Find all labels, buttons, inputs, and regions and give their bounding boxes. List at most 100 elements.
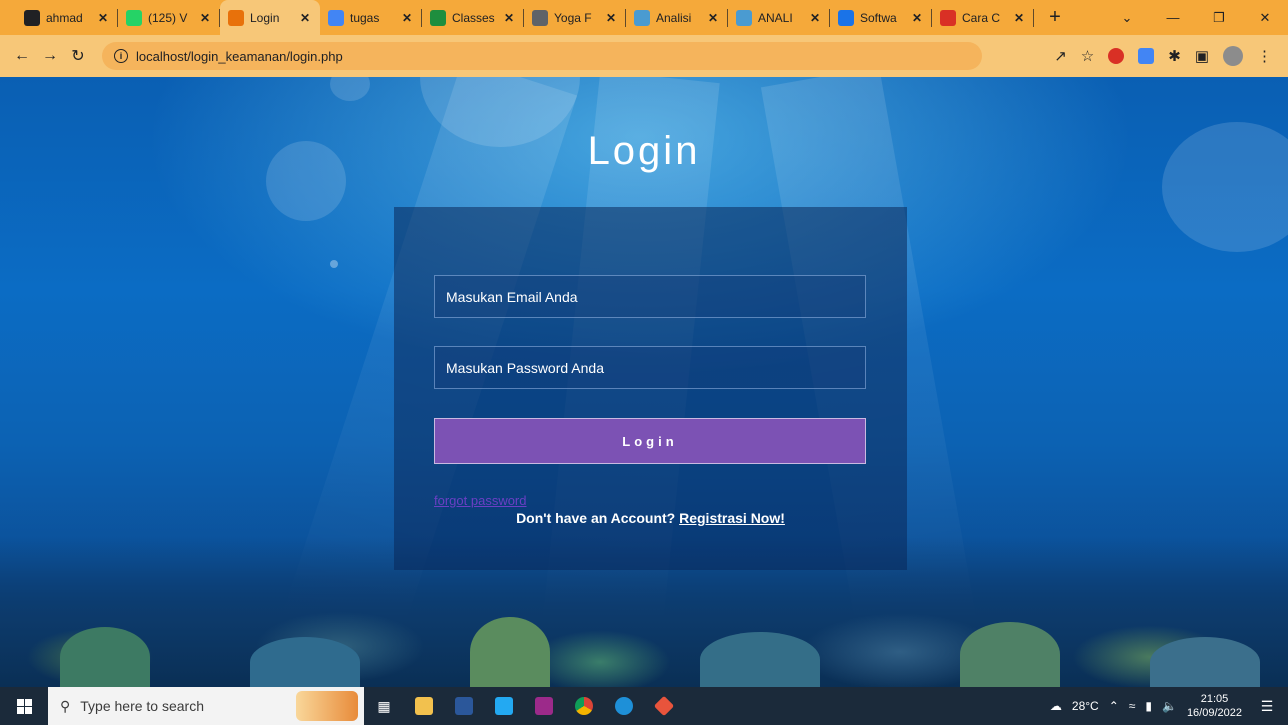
menu-kebab-icon[interactable]: ⋮ xyxy=(1257,47,1272,65)
weather-temp[interactable]: 28°C xyxy=(1072,699,1099,713)
tab-title: Analisi xyxy=(656,10,692,25)
weather-icon[interactable]: ☁ xyxy=(1050,699,1062,713)
coral xyxy=(470,617,550,687)
tab-separator xyxy=(1033,9,1034,27)
browser-tab[interactable]: Cara C ✕ xyxy=(932,0,1034,35)
tab-close-icon[interactable]: ✕ xyxy=(808,11,822,25)
globe-icon xyxy=(532,9,548,26)
browser-tab[interactable]: Analisi ✕ xyxy=(626,0,728,35)
tab-title: Yoga F xyxy=(554,10,592,25)
browser-tab[interactable]: ahmad ✕ xyxy=(16,0,118,35)
coral xyxy=(250,637,360,687)
restore-icon[interactable]: ❐ xyxy=(1196,10,1242,26)
browser-tab[interactable]: Softwa ✕ xyxy=(830,0,932,35)
window-controls: ⌄ — ❐ ✕ xyxy=(1104,0,1288,35)
register-link[interactable]: Registrasi Now! xyxy=(679,510,785,526)
reload-icon[interactable]: ↻ xyxy=(66,46,90,66)
tab-search-icon[interactable]: ⌄ xyxy=(1104,10,1150,26)
extensions-puzzle-icon[interactable]: ✱ xyxy=(1168,47,1181,65)
volume-icon[interactable]: 🔈 xyxy=(1162,699,1177,713)
tray-chevron-icon[interactable]: ⌃ xyxy=(1109,699,1119,713)
side-panel-icon[interactable]: ▣ xyxy=(1195,47,1209,65)
browser-tab[interactable]: ANALI ✕ xyxy=(728,0,830,35)
tab-close-icon[interactable]: ✕ xyxy=(96,11,110,25)
tab-title: (125) V xyxy=(148,10,188,25)
coral xyxy=(700,632,820,687)
search-icon: ⚲ xyxy=(60,697,71,714)
tab-close-icon[interactable]: ✕ xyxy=(198,11,212,25)
software-icon xyxy=(838,9,854,26)
login-button[interactable]: Login xyxy=(434,418,866,464)
tab-title: Softwa xyxy=(860,10,897,25)
tab-close-icon[interactable]: ✕ xyxy=(502,11,516,25)
tab-close-icon[interactable]: ✕ xyxy=(298,11,312,25)
forward-icon[interactable]: → xyxy=(38,47,62,65)
tab-title: ahmad xyxy=(46,10,83,25)
back-icon[interactable]: ← xyxy=(10,47,34,65)
search-highlight-image xyxy=(296,691,358,721)
toolbar-actions: ↗ ☆ ✱ ▣ ⋮ xyxy=(1054,46,1278,66)
google-icon xyxy=(328,9,344,26)
windows-logo-icon xyxy=(16,698,32,714)
email-field[interactable]: Masukan Email Anda xyxy=(434,275,866,318)
browser-tab[interactable]: Yoga F ✕ xyxy=(524,0,626,35)
tab-title: Cara C xyxy=(962,10,1001,25)
tab-title: ANALI xyxy=(758,10,793,25)
password-field[interactable]: Masukan Password Anda xyxy=(434,346,866,389)
browser-tab[interactable]: tugas ✕ xyxy=(320,0,422,35)
battery-icon[interactable]: ▮ xyxy=(1145,699,1152,713)
chrome-icon[interactable] xyxy=(564,687,604,725)
bubble xyxy=(330,77,370,101)
whatsapp-icon xyxy=(126,9,142,26)
git-icon[interactable] xyxy=(644,687,684,725)
tab-title: tugas xyxy=(350,10,380,25)
file-explorer-icon[interactable] xyxy=(404,687,444,725)
login-page-icon xyxy=(228,9,244,26)
bookmark-star-icon[interactable]: ☆ xyxy=(1081,47,1094,65)
browser-tab[interactable]: Classes ✕ xyxy=(422,0,524,35)
vscode-icon[interactable] xyxy=(484,687,524,725)
clock-time: 21:05 xyxy=(1200,693,1229,705)
edge-icon[interactable] xyxy=(604,687,644,725)
word-icon[interactable] xyxy=(444,687,484,725)
notification-icon[interactable]: ☰ xyxy=(1252,687,1282,725)
close-window-icon[interactable]: ✕ xyxy=(1242,10,1288,26)
tab-close-icon[interactable]: ✕ xyxy=(400,11,414,25)
start-button[interactable] xyxy=(0,687,48,725)
taskbar: ⚲ Type here to search ▦ ☁ 28°C ⌃ ≈ ▮ 🔈 2… xyxy=(0,687,1288,725)
clock[interactable]: 21:05 16/09/2022 xyxy=(1187,692,1242,720)
share-icon[interactable]: ↗ xyxy=(1054,47,1067,65)
tab-close-icon[interactable]: ✕ xyxy=(604,11,618,25)
web-page: Login Masukan Email Anda Masukan Passwor… xyxy=(0,77,1288,687)
network-icon[interactable]: ≈ xyxy=(1129,699,1136,713)
tab-close-icon[interactable]: ✕ xyxy=(1012,11,1026,25)
winrar-icon[interactable] xyxy=(524,687,564,725)
github-icon xyxy=(24,9,40,26)
network-icon xyxy=(634,9,650,26)
signup-prompt-text: Don't have an Account? xyxy=(516,510,676,526)
new-tab-button[interactable]: + xyxy=(1044,6,1066,29)
browser-toolbar: ← → ↻ i localhost/login_keamanan/login.p… xyxy=(0,35,1288,77)
browser-tab[interactable]: Login ✕ xyxy=(220,0,320,35)
browser-tab-strip: ahmad ✕ (125) V ✕ Login ✕ tugas ✕ Classes ✕ Yoga F… xyxy=(0,0,1288,35)
tab-close-icon[interactable]: ✕ xyxy=(706,11,720,25)
coral xyxy=(60,627,150,687)
page-title: Login xyxy=(587,129,701,173)
address-bar[interactable]: i localhost/login_keamanan/login.php xyxy=(102,42,982,70)
opera-icon xyxy=(940,9,956,26)
browser-tab[interactable]: (125) V ✕ xyxy=(118,0,220,35)
taskbar-search[interactable]: ⚲ Type here to search xyxy=(48,687,364,725)
tab-close-icon[interactable]: ✕ xyxy=(910,11,924,25)
taskbar-search-placeholder: Type here to search xyxy=(80,698,205,714)
minimize-icon[interactable]: — xyxy=(1150,10,1196,25)
site-info-icon[interactable]: i xyxy=(114,49,128,63)
profile-avatar[interactable] xyxy=(1223,46,1243,66)
screen: ahmad ✕ (125) V ✕ Login ✕ tugas ✕ Classes ✕ Yoga F… xyxy=(0,0,1288,725)
forgot-password-link[interactable]: forgot password xyxy=(434,493,527,508)
extension-red-icon[interactable] xyxy=(1108,48,1125,64)
coral xyxy=(960,622,1060,687)
tab-title: Classes xyxy=(452,10,495,25)
task-view-icon[interactable]: ▦ xyxy=(364,687,404,725)
translate-extension-icon[interactable] xyxy=(1138,48,1155,64)
signup-prompt: Don't have an Account? Registrasi Now! xyxy=(394,510,907,526)
